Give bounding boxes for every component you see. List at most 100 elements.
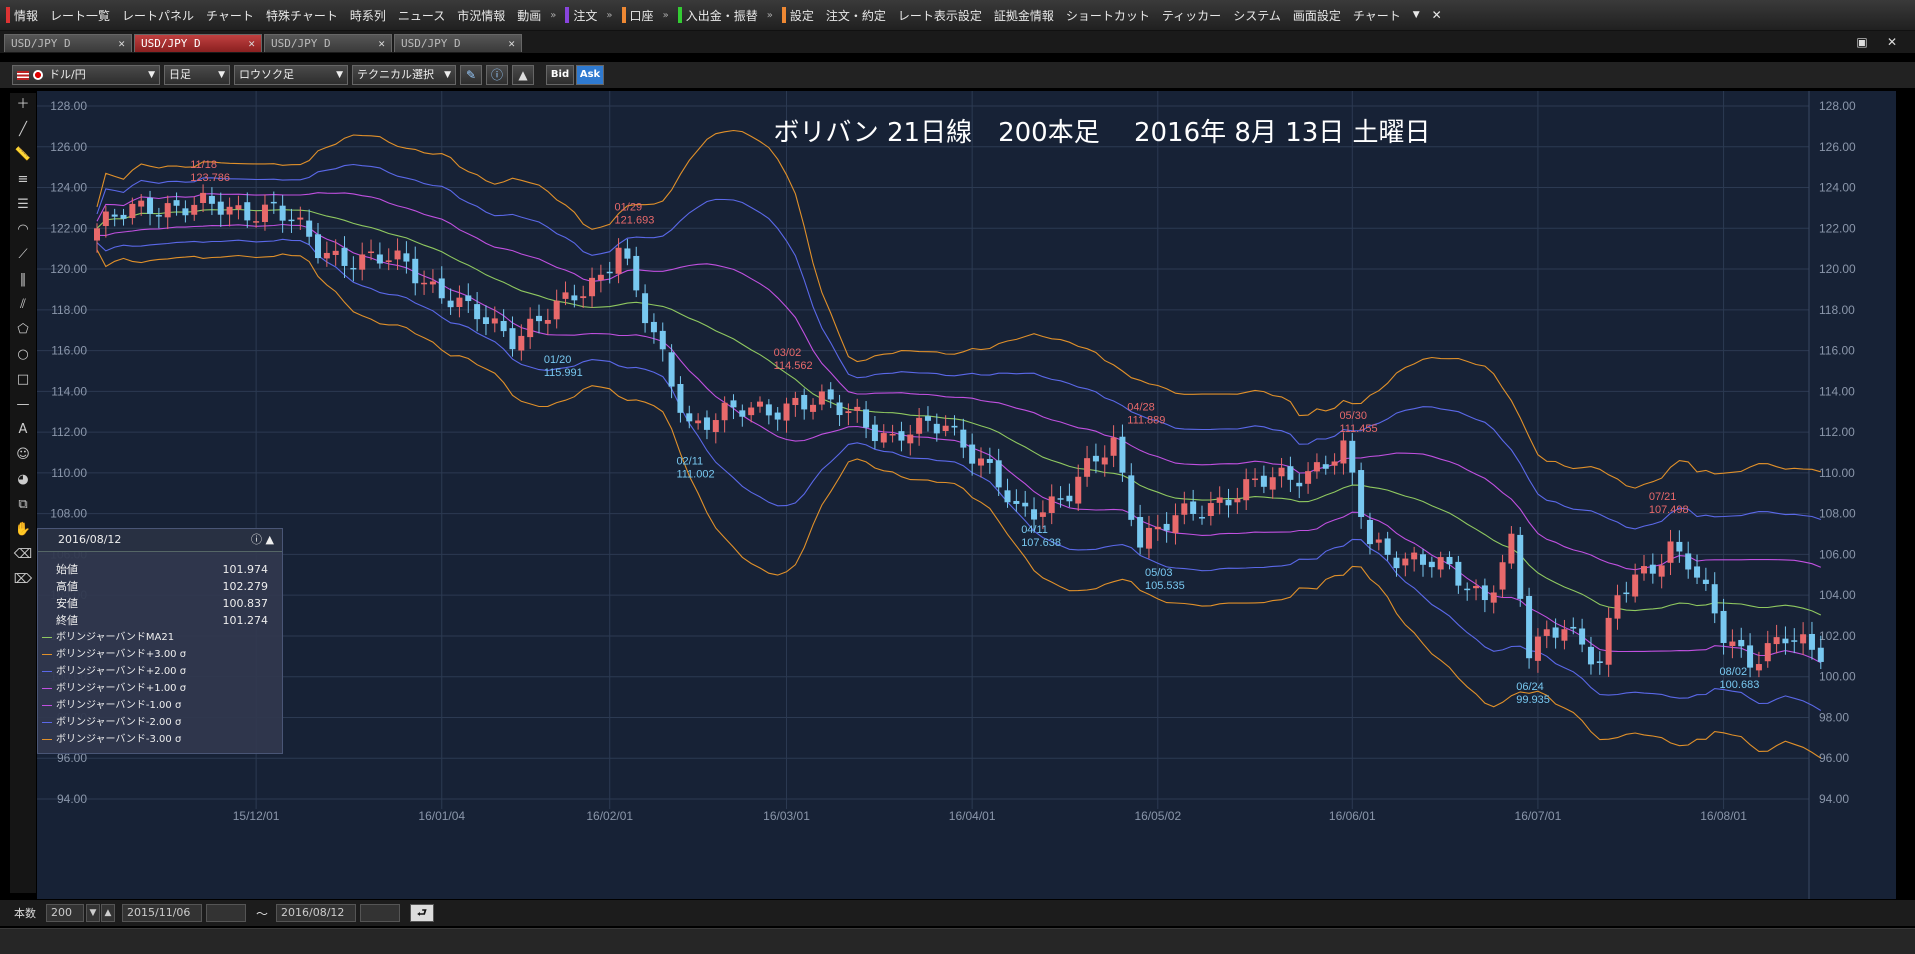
candle-body (924, 416, 931, 421)
hand-icon[interactable]: ✋ (13, 520, 33, 540)
menu-item[interactable]: 口座 (616, 4, 660, 26)
chart-tab[interactable]: USD/JPY D ✕ (264, 34, 392, 52)
candle-body (306, 220, 313, 237)
candle-body (244, 202, 251, 221)
candle-body (1764, 643, 1771, 662)
candle-body (111, 214, 118, 217)
chart-tab[interactable]: USD/JPY D ✕ (4, 34, 132, 52)
text-icon[interactable]: A (13, 420, 33, 440)
crosshair-icon[interactable]: ＋ (13, 95, 33, 115)
collapse-icon[interactable]: ▲ (266, 529, 274, 551)
vertical-lines-icon[interactable]: ‖ (13, 270, 33, 290)
close-window-icon[interactable]: ✕ (1882, 34, 1902, 50)
y-tick-label-right: 128.00 (1819, 99, 1856, 113)
menu-item-label: 市況情報 (457, 8, 506, 23)
candle-body (350, 267, 357, 270)
candle-body (359, 254, 366, 270)
menu-item[interactable]: レート表示設定 (892, 4, 988, 26)
count-up-icon[interactable]: ▲ (101, 904, 115, 922)
menu-item[interactable]: 市況情報 (451, 4, 511, 26)
chart-tab[interactable]: USD/JPY D ✕ (394, 34, 522, 52)
ask-button[interactable]: Ask (576, 65, 604, 85)
info-icon[interactable]: ⓘ (251, 529, 262, 551)
circle-icon[interactable]: ○ (13, 345, 33, 365)
tab-close-icon[interactable]: ✕ (508, 35, 515, 52)
menu-item[interactable]: 特殊チャート (260, 4, 344, 26)
menu-item[interactable]: 注文・約定 (820, 4, 892, 26)
candle-body (208, 195, 215, 204)
mountain-chart-icon[interactable]: ▲ (512, 65, 534, 85)
ruler-icon[interactable]: 📏 (13, 145, 33, 165)
candle-body (1331, 461, 1338, 466)
candle-body (518, 335, 525, 351)
horizontal-lines-icon[interactable]: ≡ (13, 170, 33, 190)
from-time-input[interactable] (206, 904, 246, 922)
menu-item[interactable]: 設定 (776, 4, 820, 26)
tab-close-icon[interactable]: ✕ (248, 35, 255, 52)
x-tick-label: 16/03/01 (763, 809, 810, 823)
candle-body (1596, 661, 1603, 663)
bid-button[interactable]: Bid (546, 65, 574, 85)
candle-body (1296, 482, 1303, 487)
multi-lines-icon[interactable]: ☰ (13, 195, 33, 215)
menu-item[interactable]: レートパネル (116, 4, 200, 26)
annotation-date: 04/28 (1127, 401, 1155, 413)
chart-area[interactable]: 94.0094.0096.0096.0098.0098.00100.00100.… (37, 91, 1896, 899)
pentagon-icon[interactable]: ⬠ (13, 320, 33, 340)
menu-item[interactable]: ティッカー (1156, 4, 1227, 26)
chart-type-select[interactable]: ロウソク足 ▼ (234, 65, 348, 85)
info-icon[interactable]: ⓘ (486, 65, 508, 85)
chart-tab-active[interactable]: USD/JPY D ✕ (134, 34, 262, 52)
tab-close-icon[interactable]: ✕ (378, 35, 385, 52)
legend-label: ボリンジャーバンド-1.00 σ (56, 700, 182, 711)
copy-icon[interactable]: ⧉ (13, 495, 33, 515)
menu-item[interactable]: 情報 (0, 4, 44, 26)
channel-icon[interactable]: ⫽ (13, 295, 33, 315)
chart-toolbar: ドル/円 ▼ 日足 ▼ ロウソク足 ▼ テクニカル選択 ▼ ✎ ⓘ ▲ Bid Ask (0, 62, 1915, 88)
rectangle-icon[interactable]: □ (13, 370, 33, 390)
menu-close-icon[interactable]: ✕ (1426, 4, 1448, 26)
menu-item[interactable]: 入出金・振替 (672, 4, 764, 26)
menu-item[interactable]: レート一覧 (44, 4, 116, 26)
stamp-icon[interactable]: ☺ (13, 445, 33, 465)
fan-icon[interactable]: ◠ (13, 220, 33, 240)
menu-item[interactable]: チャート (200, 4, 260, 26)
pen-icon[interactable]: ✎ (460, 65, 482, 85)
menu-item[interactable]: ショートカット (1060, 4, 1156, 26)
annotation-date: 05/30 (1339, 410, 1367, 422)
to-time-input[interactable] (360, 904, 400, 922)
eraser-icon[interactable]: ⌫ (13, 545, 33, 565)
currency-pair-select[interactable]: ドル/円 ▼ (12, 65, 160, 85)
candle-body (429, 281, 436, 285)
tab-close-icon[interactable]: ✕ (118, 35, 125, 52)
technical-select[interactable]: テクニカル選択 ▼ (352, 65, 456, 85)
menu-item[interactable]: 証拠金情報 (988, 4, 1060, 26)
from-date-input[interactable]: 2015/11/06 (122, 904, 202, 922)
count-down-icon[interactable]: ▼ (86, 904, 100, 922)
menu-item[interactable]: 時系列 (344, 4, 392, 26)
menu-item[interactable]: ニュース (392, 4, 451, 26)
menu-item[interactable]: チャート (1347, 4, 1407, 26)
menu-overflow-icon[interactable]: ▼ (1407, 4, 1426, 26)
candle-body (1358, 470, 1365, 517)
y-tick-label-right: 108.00 (1819, 507, 1856, 521)
candle-body (1234, 498, 1241, 503)
menu-item[interactable]: 動画 (511, 4, 547, 26)
menu-item[interactable]: システム (1227, 4, 1287, 26)
candle-body (986, 459, 993, 463)
menu-item[interactable]: 画面設定 (1287, 4, 1347, 26)
candle-body (1243, 479, 1250, 501)
period-select[interactable]: 日足 ▼ (164, 65, 230, 85)
horizontal-line-icon[interactable]: — (13, 395, 33, 415)
restore-window-icon[interactable]: ▣ (1852, 34, 1872, 50)
y-tick-label-right: 112.00 (1819, 425, 1855, 439)
marker-icon[interactable]: ◕ (13, 470, 33, 490)
gann-fan-icon[interactable]: ⟋ (13, 245, 33, 265)
bar-count-input[interactable]: 200 (46, 904, 84, 922)
to-date-input[interactable]: 2016/08/12 (276, 904, 356, 922)
eraser-all-icon[interactable]: ⌦ (13, 570, 33, 590)
trend-line-icon[interactable]: ╱ (13, 120, 33, 140)
menu-item[interactable]: 注文 (559, 4, 603, 26)
candle-body (889, 433, 896, 436)
apply-range-button[interactable]: ⮐ (410, 904, 434, 922)
